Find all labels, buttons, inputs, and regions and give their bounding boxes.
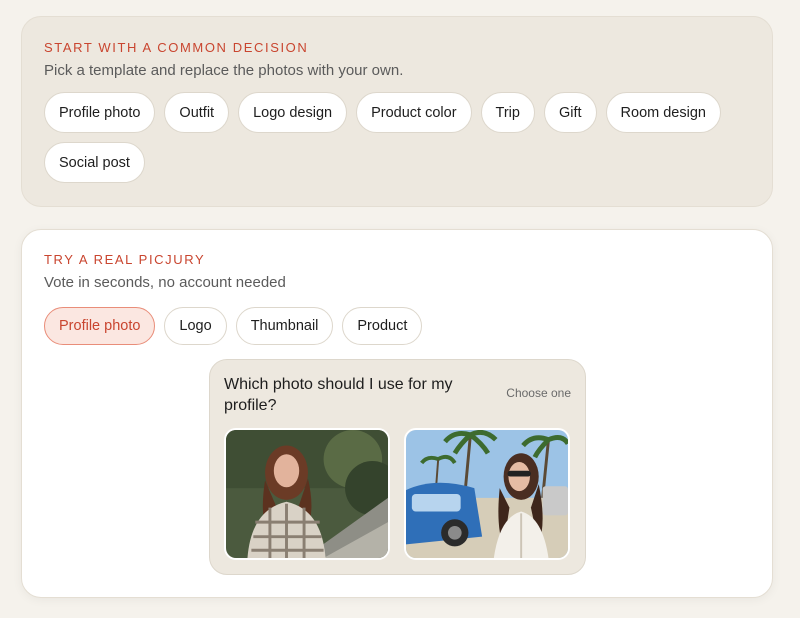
demo-eyebrow: TRY A REAL PICJURY [44,252,206,267]
photo-option-a[interactable] [224,428,390,560]
tab-logo[interactable]: Logo [164,307,227,345]
demo-subtitle: Vote in seconds, no account needed [44,274,286,291]
template-chip-profile-photo[interactable]: Profile photo [44,92,156,133]
template-chip-social-post[interactable]: Social post [44,142,145,183]
templates-eyebrow: START WITH A COMMON DECISION [44,40,309,55]
tab-product[interactable]: Product [342,307,423,345]
photo-b-image [406,430,568,558]
tab-profile-photo[interactable]: Profile photo [44,307,156,345]
template-chip-product-color[interactable]: Product color [356,92,472,133]
poll-card: Which photo should I use for my profile?… [209,359,586,575]
template-chip-trip[interactable]: Trip [480,92,535,133]
template-chip-logo-design[interactable]: Logo design [238,92,348,133]
template-chip-room-design[interactable]: Room design [605,92,721,133]
templates-card: START WITH A COMMON DECISION Pick a temp… [21,16,773,207]
poll-mode-label: Choose one [506,386,571,400]
photo-option-b[interactable] [404,428,570,560]
demo-tabs: Profile photo Logo Thumbnail Product [44,307,750,345]
tab-thumbnail[interactable]: Thumbnail [235,307,334,345]
template-chips: Profile photo Outfit Logo design Product… [44,92,750,183]
template-chip-outfit[interactable]: Outfit [164,92,230,133]
photo-a-image [226,430,388,558]
templates-subtitle: Pick a template and replace the photos w… [44,62,404,79]
demo-card: TRY A REAL PICJURY Vote in seconds, no a… [21,229,773,598]
poll-question: Which photo should I use for my profile? [224,376,453,414]
template-chip-gift[interactable]: Gift [543,92,597,133]
